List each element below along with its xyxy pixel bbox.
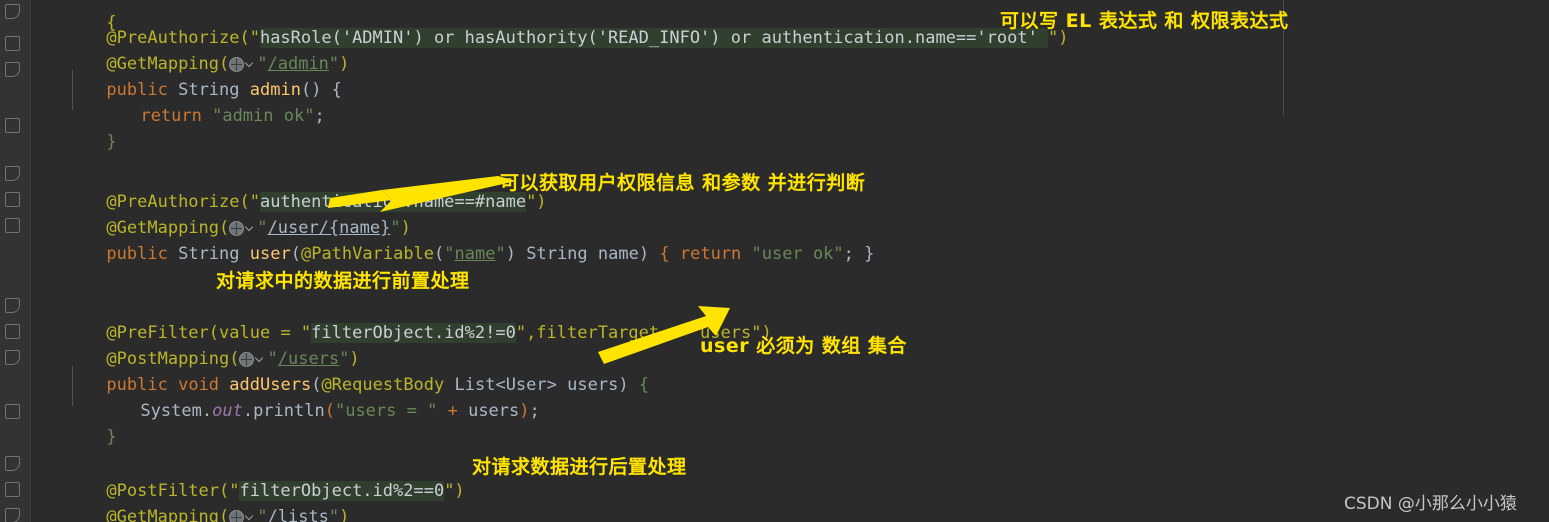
gutter-bean-icon[interactable] <box>5 4 20 19</box>
code-token-keyword: return <box>679 244 742 264</box>
code-token-brace: } <box>106 132 117 152</box>
code-editor-screenshot: { @PreAuthorize("hasRole('ADMIN') or has… <box>0 0 1549 522</box>
gutter-mapping-icon[interactable] <box>5 118 20 133</box>
code-token-annotation-close: ") <box>444 481 465 501</box>
code-token-keyword: public <box>106 244 168 264</box>
code-token-paren: ) <box>638 244 650 264</box>
note-el-expression: 可以写 EL 表达式 和 权限表达式 <box>1000 10 1289 32</box>
editor-gutter[interactable] <box>0 0 31 522</box>
note-user-must-be-collection: user 必须为 数组 集合 <box>700 335 907 357</box>
editor-text-area[interactable]: { @PreAuthorize("hasRole('ADMIN') or has… <box>30 0 1549 522</box>
note-pre-filter: 对请求中的数据进行前置处理 <box>216 270 470 292</box>
code-token-type: System <box>140 401 202 421</box>
code-token-paren: ( <box>324 401 335 421</box>
code-token-dot: . <box>201 401 213 421</box>
code-token-param: name <box>597 244 639 264</box>
gutter-mapping-icon[interactable] <box>5 192 20 207</box>
gutter-bean-icon[interactable] <box>5 298 20 313</box>
code-token-static-field: out <box>212 401 243 421</box>
gutter-mapping-icon[interactable] <box>5 482 20 497</box>
code-token-annotation: @PathVariable <box>300 244 435 264</box>
code-token-type: String <box>178 244 240 264</box>
code-token-path-variable-name[interactable]: name <box>455 244 496 264</box>
note-get-auth-info: 可以获取用户权限信息 和参数 并进行判断 <box>500 172 866 194</box>
code-token-brace: } <box>106 427 117 447</box>
code-token-quote: " <box>444 244 455 264</box>
code-token-paren: ( <box>290 244 301 264</box>
code-token-paren: ) <box>618 375 629 395</box>
gutter-bean-icon[interactable] <box>5 62 20 77</box>
code-line-public-list-getall: public List<User> getAll() { <box>45 504 393 522</box>
code-token-semicolon: ; <box>843 244 854 264</box>
note-post-filter: 对请求数据进行后置处理 <box>472 456 687 478</box>
gutter-mapping-icon[interactable] <box>5 36 20 51</box>
gutter-bean-icon[interactable] <box>5 166 20 181</box>
code-token-paren: ) <box>519 401 530 421</box>
code-token-param: users <box>468 401 520 421</box>
code-token-string: "user ok" <box>751 244 844 264</box>
csdn-watermark: CSDN @小那么小小猿 <box>1344 494 1517 514</box>
code-token-brace: } <box>864 244 875 264</box>
code-token-string: "users = " <box>334 401 438 421</box>
code-token-brace: { <box>659 244 670 264</box>
code-token-method: println <box>253 401 325 421</box>
gutter-bean-icon[interactable] <box>5 350 20 365</box>
code-token-semicolon: ; <box>529 401 540 421</box>
code-token-quote: " <box>495 244 506 264</box>
code-token-brace: { <box>638 375 650 395</box>
code-token-dot: . <box>242 401 254 421</box>
code-token-paren: ) <box>505 244 516 264</box>
gutter-bean-icon[interactable] <box>5 508 20 522</box>
code-token-semicolon: ; <box>314 106 325 126</box>
code-token-method: user <box>249 244 291 264</box>
code-token-paren: ( <box>434 244 445 264</box>
gutter-bean-icon[interactable] <box>5 456 20 471</box>
gutter-method-icon[interactable] <box>5 218 20 233</box>
code-token-string: "admin ok" <box>212 106 315 126</box>
code-token-spel-expression: hasRole('ADMIN') or hasAuthority('READ_I… <box>259 28 1049 48</box>
code-token-keyword: return <box>140 106 202 126</box>
code-line-sysout-users: System.out.println("users = " + users); <box>79 372 540 450</box>
gutter-mapping-icon[interactable] <box>5 404 20 419</box>
gutter-mapping-icon[interactable] <box>5 324 20 339</box>
code-token-type: String <box>526 244 588 264</box>
code-token-plus: + <box>447 401 458 421</box>
code-token-annotation-close: ") <box>526 192 547 212</box>
code-token-param: users <box>567 375 619 395</box>
